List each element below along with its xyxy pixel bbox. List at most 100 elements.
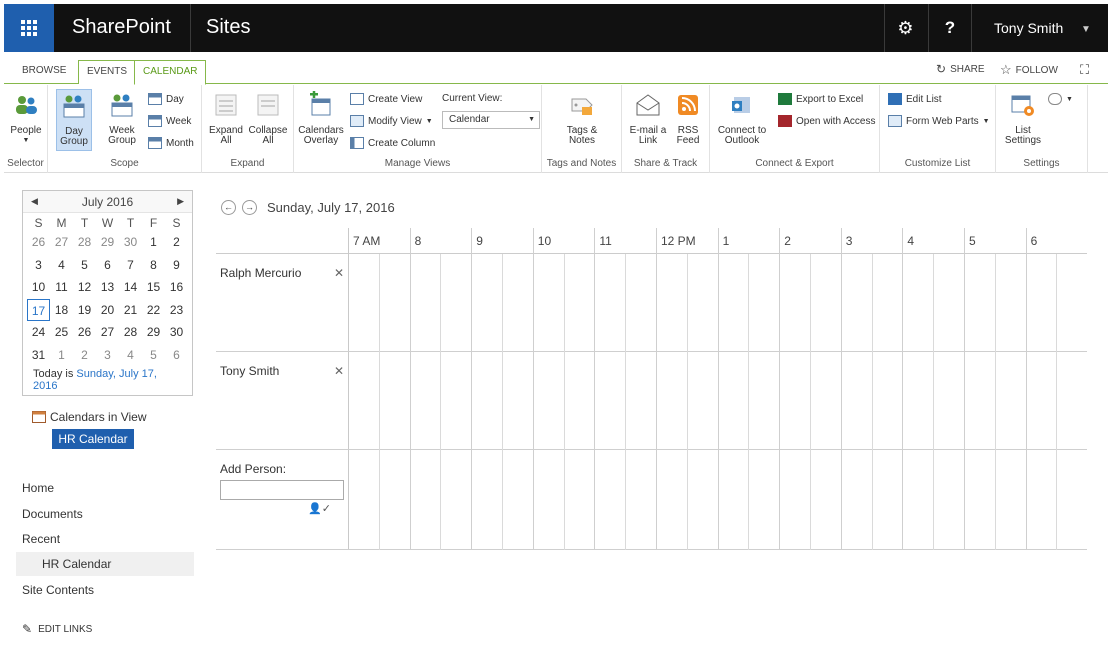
mini-calendar-day[interactable]: 2 xyxy=(73,344,96,367)
mini-calendar-day[interactable]: 26 xyxy=(73,321,96,344)
mini-calendar-day[interactable]: 4 xyxy=(50,254,73,277)
week-view-button[interactable]: Week xyxy=(148,115,191,127)
current-view-select[interactable]: Calendar ▼ xyxy=(442,111,540,129)
mini-calendar-day[interactable]: 24 xyxy=(27,321,50,344)
next-day-arrow-icon[interactable]: → xyxy=(242,200,257,215)
collapse-all-button[interactable]: Collapse All xyxy=(248,91,288,146)
month-view-button[interactable]: Month xyxy=(148,137,194,149)
tab-events[interactable]: EVENTS xyxy=(78,60,137,84)
mini-calendar-day[interactable]: 23 xyxy=(165,299,188,322)
mini-calendar-day[interactable]: 21 xyxy=(119,299,142,322)
person-row[interactable]: Tony Smith ✕ xyxy=(216,352,1087,450)
share-button[interactable]: ↻ SHARE xyxy=(936,62,985,76)
mini-calendar-day[interactable]: 4 xyxy=(119,344,142,367)
tags-notes-button[interactable]: Tags & Notes xyxy=(560,91,604,146)
follow-button[interactable]: ☆ FOLLOW xyxy=(1000,62,1058,78)
hour-label: 4 xyxy=(907,234,915,248)
mini-calendar-day[interactable]: 6 xyxy=(96,254,119,277)
form-web-parts-button[interactable]: Form Web Parts ▼ xyxy=(888,115,990,127)
calendar-chip-hr[interactable]: HR Calendar xyxy=(52,429,134,449)
day-of-week-label: S xyxy=(34,216,43,230)
open-access-button[interactable]: Open with Access xyxy=(778,115,875,127)
rss-feed-button[interactable]: RSS Feed xyxy=(672,91,704,146)
mini-calendar-day[interactable]: 1 xyxy=(142,231,165,254)
mini-calendar-day[interactable]: 3 xyxy=(27,254,50,277)
nav-recent-hr-calendar[interactable]: HR Calendar xyxy=(16,552,194,576)
mini-calendar-day[interactable]: 20 xyxy=(96,299,119,322)
create-column-button[interactable]: Create Column xyxy=(350,137,435,149)
mini-calendar-day[interactable]: 30 xyxy=(165,321,188,344)
mini-calendar-day[interactable]: 16 xyxy=(165,276,188,299)
mini-calendar-day[interactable]: 2 xyxy=(165,231,188,254)
mini-calendar-day[interactable]: 11 xyxy=(50,276,73,299)
edit-links-button[interactable]: ✎ EDIT LINKS xyxy=(22,622,92,636)
connect-outlook-label-2: Outlook xyxy=(724,135,760,146)
export-excel-button[interactable]: Export to Excel xyxy=(778,93,863,105)
ribbon-tabs: BROWSE EVENTS CALENDAR ↻ SHARE ☆ FOLLOW … xyxy=(4,56,1108,85)
person-row[interactable]: Ralph Mercurio ✕ xyxy=(216,254,1087,352)
nav-recent[interactable]: Recent xyxy=(22,532,60,546)
create-view-button[interactable]: Create View xyxy=(350,93,422,105)
remove-person-icon[interactable]: ✕ xyxy=(334,364,344,378)
mini-calendar-day[interactable]: 27 xyxy=(50,231,73,254)
focus-content-icon[interactable]: ⛶ xyxy=(1080,62,1089,78)
people-picker-icon[interactable]: 👤✓ xyxy=(308,502,331,515)
next-month-arrow-icon[interactable]: ▶ xyxy=(177,196,184,207)
mini-calendar-day[interactable]: 9 xyxy=(165,254,188,277)
settings-dropdown-button[interactable]: ▼ xyxy=(1048,93,1073,105)
mini-calendar-day[interactable]: 29 xyxy=(96,231,119,254)
mini-calendar-day[interactable]: 8 xyxy=(142,254,165,277)
mini-calendar-day[interactable]: 5 xyxy=(142,344,165,367)
mini-calendar-today[interactable]: 17 xyxy=(27,298,50,321)
mini-calendar-day[interactable]: 13 xyxy=(96,276,119,299)
mini-calendar-day[interactable]: 31 xyxy=(27,344,50,367)
mini-calendar-day[interactable]: 18 xyxy=(50,299,73,322)
mini-calendar-day[interactable]: 7 xyxy=(119,254,142,277)
nav-documents[interactable]: Documents xyxy=(22,507,83,521)
remove-person-icon[interactable]: ✕ xyxy=(334,266,344,280)
sites-link[interactable]: Sites xyxy=(206,16,250,39)
week-group-button[interactable]: Week Group xyxy=(102,91,142,146)
mini-calendar-day[interactable]: 14 xyxy=(119,276,142,299)
mini-calendar-day[interactable]: 26 xyxy=(27,231,50,254)
nav-site-contents[interactable]: Site Contents xyxy=(22,583,94,597)
mini-calendar-day[interactable]: 6 xyxy=(165,344,188,367)
mini-calendar-day[interactable]: 3 xyxy=(96,344,119,367)
help-button[interactable]: ? xyxy=(928,4,972,52)
connect-outlook-button[interactable]: Connect to Outlook xyxy=(716,91,768,146)
mini-calendar-day[interactable]: 15 xyxy=(142,276,165,299)
people-button[interactable]: People ▼ xyxy=(8,91,44,146)
mini-calendar-day[interactable]: 27 xyxy=(96,321,119,344)
user-menu[interactable]: Tony Smith xyxy=(994,20,1063,36)
mini-calendar-day[interactable]: 19 xyxy=(73,299,96,322)
gear-icon[interactable]: ⚙ xyxy=(884,4,926,52)
day-view-button[interactable]: Day xyxy=(148,93,184,105)
list-settings-button[interactable]: List Settings xyxy=(1002,91,1044,146)
mini-calendar-day[interactable]: 5 xyxy=(73,254,96,277)
chevron-down-icon[interactable]: ▼ xyxy=(1081,24,1091,35)
mini-calendar-day[interactable]: 29 xyxy=(142,321,165,344)
tab-calendar[interactable]: CALENDAR xyxy=(134,60,207,85)
app-launcher-button[interactable] xyxy=(4,4,54,52)
mini-calendar-day[interactable]: 28 xyxy=(73,231,96,254)
hour-label: 5 xyxy=(969,234,976,248)
mini-calendar-day[interactable]: 28 xyxy=(119,321,142,344)
modify-view-button[interactable]: Modify View ▼ xyxy=(350,115,433,127)
tab-browse[interactable]: BROWSE xyxy=(14,60,74,84)
nav-home[interactable]: Home xyxy=(22,481,54,495)
email-link-button[interactable]: E-mail a Link xyxy=(628,91,668,146)
prev-day-arrow-icon[interactable]: ← xyxy=(221,200,236,215)
prev-month-arrow-icon[interactable]: ◀ xyxy=(31,196,38,207)
expand-all-button[interactable]: Expand All xyxy=(208,91,244,146)
mini-calendar-day[interactable]: 10 xyxy=(27,276,50,299)
edit-list-button[interactable]: Edit List xyxy=(888,93,942,105)
add-person-input[interactable] xyxy=(220,480,344,500)
day-group-button[interactable]: Day Group xyxy=(56,89,92,151)
mini-calendar-day[interactable]: 1 xyxy=(50,344,73,367)
mini-calendar-day[interactable]: 25 xyxy=(50,321,73,344)
mini-calendar-day[interactable]: 22 xyxy=(142,299,165,322)
mini-calendar-day[interactable]: 12 xyxy=(73,276,96,299)
mini-calendar-day[interactable]: 30 xyxy=(119,231,142,254)
calendars-overlay-button[interactable]: Calendars Overlay xyxy=(298,91,344,146)
brand-title[interactable]: SharePoint xyxy=(72,16,171,39)
